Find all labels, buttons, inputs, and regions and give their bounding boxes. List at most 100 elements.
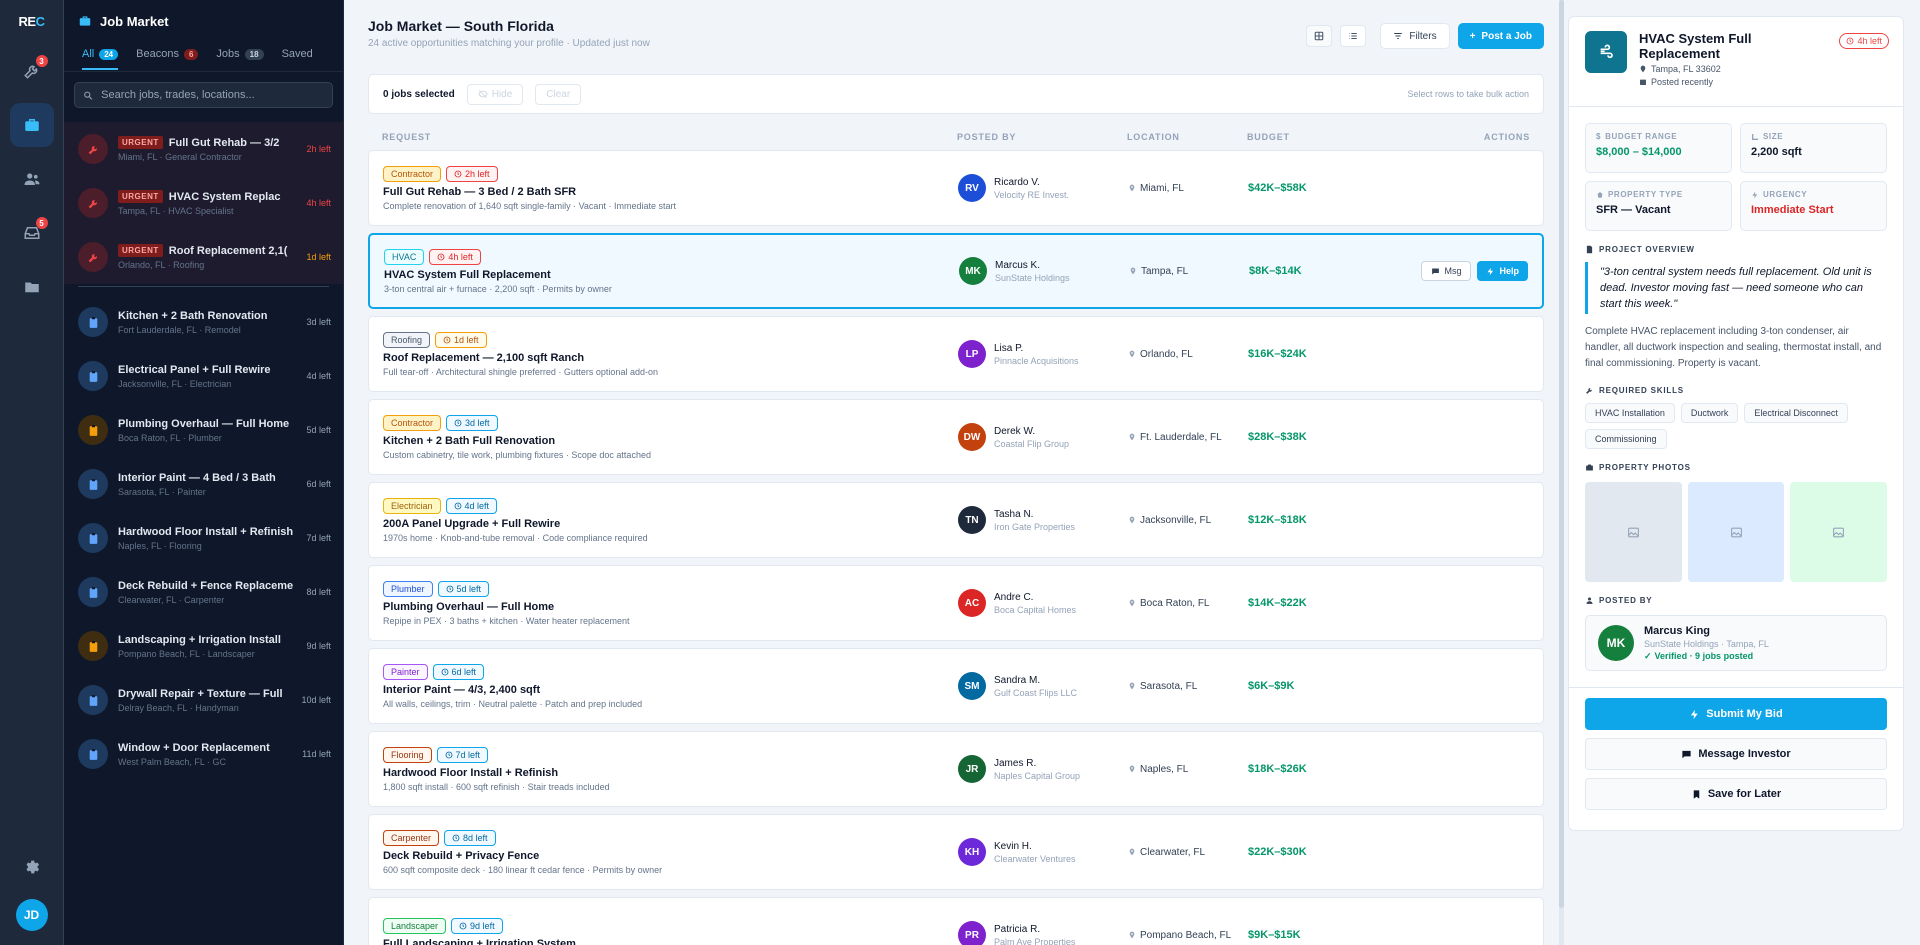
post-job-button[interactable]: + Post a Job [1457,23,1544,49]
job-list-item[interactable]: Window + Door Replacement West Palm Beach… [64,727,343,781]
search-input[interactable] [101,89,324,101]
request-cell: Plumber 5d left Plumbing Overhaul — Full H… [383,580,958,626]
clock-icon [1847,37,1854,45]
table-row[interactable]: Electrician 4d left 200A Panel Upgrade + F… [368,482,1544,558]
user-avatar[interactable]: JD [15,899,48,931]
main-scrollbar[interactable] [1559,0,1564,945]
row-tags: Painter 6d left [383,663,958,680]
message-investor-button[interactable]: Message Investor [1585,738,1887,770]
job-list-item[interactable]: Electrical Panel + Full Rewire Jacksonvil… [64,349,343,403]
clear-button[interactable]: Clear [535,83,582,105]
table-row[interactable]: Contractor 3d left Kitchen + 2 Bath Full R… [368,399,1544,475]
ruler-icon [1752,133,1758,140]
app-logo[interactable]: REC [19,14,45,29]
job-list-item[interactable]: Deck Rebuild + Fence Replaceme Clearwater… [64,565,343,619]
row-tags: Plumber 5d left [383,580,958,597]
grid-view-button[interactable] [1306,25,1333,47]
rail-folders[interactable] [10,265,54,309]
list-view-button[interactable] [1340,25,1367,47]
help-button[interactable]: Help [1477,261,1528,281]
table-row[interactable]: Plumber 5d left Plumbing Overhaul — Full H… [368,565,1544,641]
message-button[interactable]: Msg [1421,261,1472,281]
row-tags: Landscaper 9d left [383,917,958,934]
detail-header: HVAC System Full Replacement Tampa, FL 3… [1569,17,1903,107]
time-left-text: 8d left [463,832,488,843]
list-item-title: URGENT Roof Replacement 2,1( [118,244,296,257]
skills-list: HVAC Installation Ductwork Electrical Di… [1569,395,1903,449]
budget-cell: $8K–$14K [1249,265,1302,277]
table-row[interactable]: Painter 6d left Interior Paint — 4/3, 2,40… [368,648,1544,724]
save-for-later-button[interactable]: Save for Later [1585,778,1887,810]
tab-count: 18 [244,48,264,60]
urgent-tag: URGENT [118,190,163,203]
budget-cell: $14K–$22K [1248,597,1307,609]
rail-badge: 5 [35,217,48,229]
stat-label: $ BUDGET RANGE [1596,132,1721,141]
job-list-item[interactable]: URGENT Full Gut Rehab — 3/2 Miami, FL · Ge… [64,122,343,176]
list-item-icon [78,134,108,164]
property-photo[interactable] [1687,482,1785,582]
property-photo[interactable] [1790,482,1888,582]
filters-button[interactable]: Filters [1380,23,1450,49]
rail-tools[interactable]: 3 [10,49,54,93]
tab-saved[interactable]: Saved [282,48,313,68]
poster-card[interactable]: MK Marcus King SunState Holdings · Tampa… [1585,615,1887,671]
job-list-item[interactable]: Drywall Repair + Texture — Full Delray Be… [64,673,343,727]
time-left-text: 4h left [1857,36,1882,46]
detail-location: Tampa, FL 33602 [1639,64,1769,74]
list-item-body: Drywall Repair + Texture — Full Delray Be… [118,688,291,713]
table-row[interactable]: Contractor 2h left Full Gut Rehab — 3 Bed … [368,150,1544,226]
pin-icon [1129,599,1135,607]
tab-count: 6 [183,48,199,60]
table-row[interactable]: Carpenter 8d left Deck Rebuild + Privacy F… [368,814,1544,890]
clock-icon [441,668,448,675]
list-item-body: URGENT HVAC System Replac Tampa, FL · HVAC… [118,190,296,216]
list-item-body: Landscaping + Irrigation Install Pompano … [118,634,296,659]
table-row[interactable]: Landscaper 9d left Full Landscaping + Irri… [368,897,1544,945]
job-list-item[interactable]: Interior Paint — 4 Bed / 3 Bath Sarasota,… [64,457,343,511]
rail-settings[interactable] [10,845,54,889]
job-list-item[interactable]: Plumbing Overhaul — Full Home Boca Raton,… [64,403,343,457]
section-label-text: PROPERTY PHOTOS [1599,463,1691,472]
poster-avatar: DW [958,423,986,451]
rail-inbox[interactable]: 5 [10,211,54,255]
property-photo[interactable] [1585,482,1682,582]
job-list-item[interactable]: URGENT HVAC System Replac Tampa, FL · HVAC… [64,176,343,230]
hvac-icon [1585,31,1627,73]
trade-tag: Roofing [383,331,431,348]
time-left-text: 4h left [448,251,473,262]
job-list-item[interactable]: Kitchen + 2 Bath Renovation Fort Lauderda… [64,295,343,349]
rail-job-market[interactable] [9,103,54,147]
poster-cell: MK Marcus K. SunState Holdings [959,257,1129,285]
tab-beacons[interactable]: Beacons 6 [136,48,199,68]
row-title: Kitchen + 2 Bath Full Renovation [383,434,556,447]
time-left-text: 6d left [451,666,477,677]
job-list-item[interactable]: Hardwood Floor Install + Refinish Naples,… [64,511,343,565]
skill-chip: Commissioning [1585,429,1667,449]
job-list-item[interactable]: Landscaping + Irrigation Install Pompano … [64,619,343,673]
tab-label: Beacons [136,48,179,60]
poster-company: Pinnacle Acquisitions [994,355,1079,366]
table-row[interactable]: Flooring 7d left Hardwood Floor Install + … [368,731,1544,807]
trade-tag: Painter [383,663,428,680]
trade-tag: HVAC [384,248,425,265]
scrollbar-thumb[interactable] [1559,0,1564,908]
tab-all[interactable]: All 24 [82,48,119,70]
hide-button[interactable]: Hide [466,83,524,105]
table-row[interactable]: Roofing 1d left Roof Replacement — 2,100 s… [368,316,1544,392]
row-description: 1970s home · Knob-and-tube removal · Cod… [383,532,648,543]
tab-jobs[interactable]: Jobs 18 [216,48,264,68]
message-label: Msg [1444,266,1462,276]
clipboard-icon [89,586,97,598]
header-actions: Filters + Post a Job [1306,18,1544,49]
table-row[interactable]: HVAC 4h left HVAC System Full Replacement 3… [368,233,1544,309]
pin-icon [1640,65,1646,73]
job-list-item[interactable]: URGENT Roof Replacement 2,1(Orlando, FL ·… [64,230,343,284]
bulk-hint: Select rows to take bulk action [1407,89,1529,99]
table-header: REQUEST POSTED BY LOCATION BUDGET ACTION… [368,124,1544,150]
job-list: URGENT Full Gut Rehab — 3/2 Miami, FL · Ge… [64,122,343,945]
rail-team[interactable] [10,157,54,201]
poster-company: Gulf Coast Flips LLC [994,687,1078,698]
submit-bid-button[interactable]: Submit My Bid [1585,698,1887,730]
request-cell: Contractor 2h left Full Gut Rehab — 3 Bed … [383,165,958,211]
